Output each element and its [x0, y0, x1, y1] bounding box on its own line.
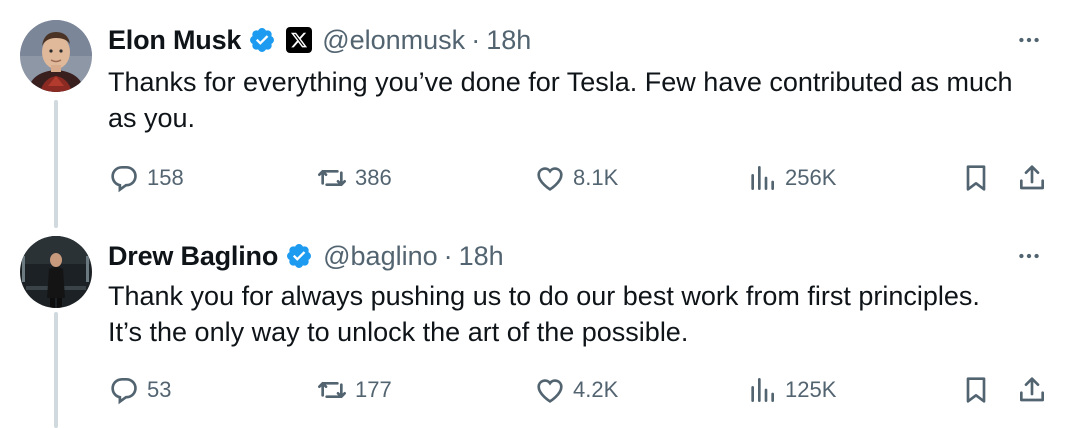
reply-button[interactable]: 53	[108, 370, 171, 410]
repost-button[interactable]: 177	[316, 370, 392, 410]
author-handle[interactable]: @elonmusk	[322, 25, 465, 56]
tweet-actions: 53 177 4.2K 125K	[108, 370, 1052, 410]
tweet-text-line: It’s the only way to unlock the art of t…	[108, 317, 689, 347]
tweet-text-line: Thanks for everything you’ve done for Te…	[108, 67, 1013, 97]
separator-dot: ·	[443, 240, 453, 271]
repost-icon	[318, 382, 346, 398]
tweet[interactable]: Drew Baglino @baglino · 18h Thank you fo…	[0, 226, 1080, 428]
author-name[interactable]: Elon Musk	[108, 25, 241, 56]
verified-badge-icon[interactable]	[248, 26, 276, 54]
share-button[interactable]	[1016, 158, 1048, 198]
reply-count: 53	[147, 377, 172, 402]
like-count: 4.2K	[573, 377, 619, 402]
tweet-text-line: as you.	[108, 103, 196, 133]
tweet-text-line: Thank you for always pushing us to do ou…	[108, 281, 980, 311]
author-handle[interactable]: @baglino	[323, 241, 438, 272]
view-count: 256K	[785, 165, 837, 190]
timestamp[interactable]: 18h	[486, 25, 531, 56]
tweet-actions: 158 386 8.1K 256K	[108, 158, 1052, 198]
tweet-header: Drew Baglino @baglino · 18h	[108, 238, 504, 274]
tweet[interactable]: Elon Musk @elonmusk · 18h Thanks for eve…	[0, 0, 1080, 226]
timestamp[interactable]: 18h	[459, 241, 504, 272]
bookmark-button[interactable]	[960, 158, 992, 198]
more-icon[interactable]	[1014, 241, 1044, 271]
reply-button[interactable]: 158	[108, 158, 184, 198]
share-icon	[1020, 377, 1044, 402]
views-icon	[751, 166, 774, 190]
bookmark-button[interactable]	[960, 370, 992, 410]
repost-count: 386	[355, 165, 392, 190]
author-name[interactable]: Drew Baglino	[108, 241, 278, 272]
repost-button[interactable]: 386	[316, 158, 392, 198]
like-icon	[537, 379, 563, 403]
share-button[interactable]	[1016, 370, 1048, 410]
tweet-text: Thanks for everything you’ve done for Te…	[108, 64, 1058, 136]
views-button[interactable]: 256K	[746, 158, 836, 198]
repost-count: 177	[355, 377, 392, 402]
reply-icon	[111, 166, 137, 193]
views-icon	[751, 378, 774, 402]
bookmark-icon	[966, 377, 986, 403]
like-count: 8.1K	[573, 165, 619, 190]
reply-count: 158	[147, 165, 184, 190]
view-count: 125K	[785, 377, 837, 402]
share-icon	[1020, 165, 1044, 190]
tweet-header: Elon Musk @elonmusk · 18h	[108, 22, 531, 58]
views-button[interactable]: 125K	[746, 370, 836, 410]
separator-dot: ·	[471, 24, 481, 55]
x-logo-icon[interactable]	[286, 27, 313, 53]
like-icon	[537, 167, 563, 191]
more-icon[interactable]	[1014, 25, 1044, 55]
verified-badge-icon[interactable]	[285, 242, 313, 270]
tweet-text: Thank you for always pushing us to do ou…	[108, 278, 1058, 350]
like-button[interactable]: 8.1K	[534, 158, 618, 198]
avatar[interactable]	[20, 236, 92, 308]
avatar[interactable]	[20, 20, 92, 92]
repost-icon	[318, 170, 346, 186]
reply-icon	[111, 378, 137, 405]
bookmark-icon	[966, 165, 986, 191]
like-button[interactable]: 4.2K	[534, 370, 618, 410]
